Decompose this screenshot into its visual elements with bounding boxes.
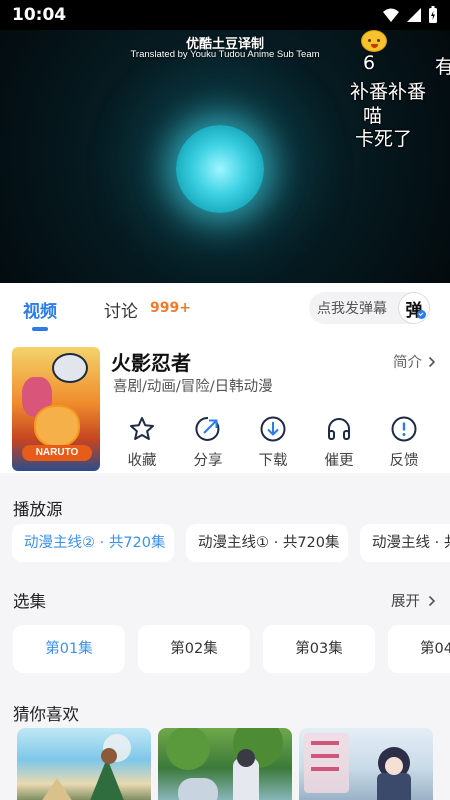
- danmaku-comment: 6: [363, 52, 376, 74]
- anime-thumbnail-art: [304, 733, 411, 800]
- anime-thumbnail-art: [166, 728, 283, 800]
- headphones-icon: [328, 418, 350, 440]
- danmaku-toggle[interactable]: 弹: [398, 292, 430, 324]
- danmaku-input-placeholder: 点我发弹幕: [317, 301, 387, 317]
- danmaku-input-button[interactable]: 点我发弹幕 弹: [309, 292, 430, 324]
- check-icon: [417, 310, 426, 319]
- action-label: 下载: [258, 453, 288, 469]
- video-player[interactable]: 优酷土豆译制 Translated by Youku Tudou Anime S…: [0, 30, 450, 283]
- sources-title: 播放源: [13, 500, 63, 519]
- danmaku-comment: 卡死了: [355, 128, 413, 150]
- action-label: 分享: [193, 453, 223, 469]
- chevron-right-icon: [428, 595, 436, 606]
- episodes-expand-button[interactable]: 展开: [391, 590, 436, 611]
- status-icons: [382, 6, 438, 24]
- poster-figure: [52, 353, 88, 383]
- show-genres: 喜剧/动画/冒险/日韩动漫: [113, 379, 273, 395]
- action-row: 收藏 分享 下载 催更 反馈: [112, 413, 438, 473]
- recommendations-row: [0, 728, 450, 800]
- episode-chip[interactable]: 第04集: [388, 625, 450, 673]
- signal-icon: [407, 8, 421, 22]
- episode-chip[interactable]: 第01集: [13, 625, 125, 673]
- show-info: NARUTO 火影忍者 喜剧/动画/冒险/日韩动漫 简介 收藏 分享 下载 催更: [0, 333, 450, 473]
- show-poster[interactable]: NARUTO: [12, 347, 100, 471]
- discussion-count-badge: 999+: [150, 300, 191, 316]
- action-label: 收藏: [127, 453, 157, 469]
- source-chip[interactable]: 动漫主线① · 共720集: [186, 524, 348, 562]
- alert-icon: [391, 416, 417, 442]
- share-icon: [195, 416, 220, 441]
- feedback-button[interactable]: 反馈: [379, 413, 429, 470]
- anime-thumbnail-3[interactable]: [299, 728, 433, 800]
- chevron-right-icon: [428, 356, 436, 367]
- star-icon: [130, 417, 154, 440]
- emoji-icon: [361, 30, 387, 52]
- download-icon: [260, 416, 286, 442]
- intro-link[interactable]: 简介: [393, 351, 436, 372]
- wifi-icon: [383, 8, 399, 22]
- episode-chip[interactable]: 第03集: [263, 625, 375, 673]
- source-chip[interactable]: 动漫主线② · 共720集: [12, 524, 174, 562]
- status-bar: 10:04: [0, 0, 450, 30]
- anime-thumbnail-2[interactable]: [158, 728, 292, 800]
- show-title: 火影忍者: [111, 351, 191, 375]
- tab-bar: 视频 讨论 999+ 点我发弹幕 弹: [0, 283, 450, 333]
- poster-figure: [34, 405, 80, 447]
- source-chip[interactable]: 动漫主线 · 共720集: [360, 524, 450, 562]
- episode-chip[interactable]: 第02集: [138, 625, 250, 673]
- battery-icon: [429, 6, 437, 23]
- detail-content: 视频 讨论 999+ 点我发弹幕 弹 NARUTO 火影忍者 喜剧/动画/冒险/…: [0, 283, 450, 800]
- anime-thumbnail-1[interactable]: [17, 728, 151, 800]
- poster-logo: NARUTO: [22, 445, 92, 461]
- request-update-button[interactable]: 催更: [314, 413, 364, 470]
- danmaku-comment: 有: [435, 56, 450, 78]
- download-button[interactable]: 下载: [248, 413, 298, 470]
- episodes-title: 选集: [13, 592, 46, 611]
- anime-thumbnail-art: [42, 734, 131, 800]
- video-subtitle-en: Translated by Youku Tudou Anime Sub Team: [130, 49, 320, 60]
- recommendations-title: 猜你喜欢: [13, 705, 79, 724]
- favorite-button[interactable]: 收藏: [117, 413, 167, 470]
- video-frame-orb: [176, 125, 264, 213]
- action-label: 反馈: [389, 453, 419, 469]
- expand-label: 展开: [391, 594, 420, 610]
- action-label: 催更: [324, 453, 354, 469]
- intro-label: 简介: [393, 355, 422, 371]
- status-time: 10:04: [12, 5, 67, 25]
- danmaku-comment: 补番补番: [350, 81, 427, 103]
- tab-indicator: [32, 327, 48, 331]
- share-button[interactable]: 分享: [183, 413, 233, 470]
- tab-video[interactable]: 视频: [23, 297, 57, 322]
- tab-discussion[interactable]: 讨论: [104, 297, 138, 322]
